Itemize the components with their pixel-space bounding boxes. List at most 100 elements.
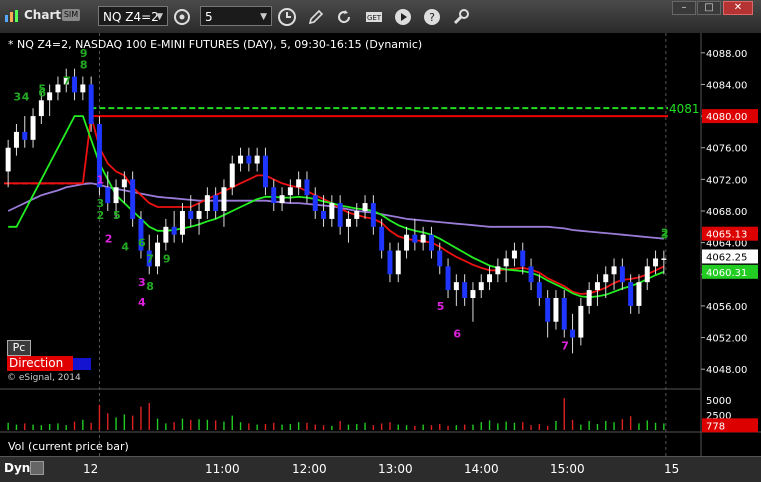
candle-body xyxy=(628,282,634,306)
candle-body xyxy=(387,250,393,275)
y-tick-label: 4068.00 xyxy=(706,207,747,218)
candle-body xyxy=(487,274,493,283)
candle-body xyxy=(370,203,376,227)
candle-body xyxy=(221,187,227,211)
price-label-text: 4065.13 xyxy=(706,230,747,241)
candle-body xyxy=(80,84,86,93)
candle-body xyxy=(536,282,542,298)
candle-body xyxy=(603,274,609,283)
candle-body xyxy=(121,179,127,188)
sequence-label: 3 xyxy=(96,197,104,210)
interval-input[interactable]: 5 ▼ xyxy=(200,6,272,26)
maximize-button[interactable]: □ xyxy=(697,1,721,15)
chart-header: * NQ Z4=2, NASDAQ 100 E-MINI FUTURES (DA… xyxy=(8,38,423,51)
candle-body xyxy=(570,329,576,338)
direction-label: Direction xyxy=(7,356,73,371)
candle-body xyxy=(528,266,534,283)
candle-body xyxy=(362,203,368,211)
candle-body xyxy=(30,116,36,140)
candle-body xyxy=(229,163,235,188)
close-button[interactable]: ✕ xyxy=(723,1,753,15)
candle-body xyxy=(470,290,476,298)
y-tick-label: 4048.00 xyxy=(706,365,747,376)
sequence-label: 7 xyxy=(63,74,71,87)
candle-body xyxy=(296,179,302,188)
volume-last-label: 778 xyxy=(706,421,725,432)
minimize-button[interactable]: – xyxy=(672,1,696,15)
x-tick: 15:00 xyxy=(550,462,585,476)
candle-body xyxy=(287,187,293,196)
symbol-input[interactable]: NQ Z4=2 ▼ xyxy=(98,6,168,26)
pencil-icon[interactable] xyxy=(306,7,326,27)
volume-study-label[interactable]: Vol (current price bar) xyxy=(8,440,129,453)
settings-icon[interactable] xyxy=(172,7,192,27)
x-tick: 13:00 xyxy=(378,462,413,476)
candle-body xyxy=(636,282,642,306)
price-level-label: 4081 xyxy=(669,102,700,116)
time-scale-bar[interactable]: Dyn 12 11:00 12:00 13:00 14:00 15:00 15 xyxy=(0,456,761,482)
sequence-label: 3 xyxy=(661,229,669,242)
price-chart[interactable]: 4088.00 4084.00 4080.00 4076.00 4072.00 4068.… xyxy=(0,33,761,456)
refresh-icon[interactable] xyxy=(334,7,354,27)
candle-body xyxy=(611,266,617,275)
help-icon[interactable]: ? xyxy=(422,7,442,27)
copyright: © eSignal, 2014 xyxy=(7,373,81,383)
y-tick-label: 4056.00 xyxy=(706,302,747,313)
candle-body xyxy=(163,226,169,243)
sequence-label: 8 xyxy=(80,59,88,72)
get-icon[interactable]: GET xyxy=(364,7,384,27)
sequence-label: 4 xyxy=(138,296,146,309)
candle-body xyxy=(395,250,401,275)
candle-body xyxy=(113,187,119,204)
candle-body xyxy=(262,155,268,188)
sequence-label: 6 xyxy=(453,328,461,341)
x-tick: 12 xyxy=(83,462,99,476)
candle-body xyxy=(171,226,177,235)
candle-body xyxy=(503,258,509,267)
lock-icon[interactable] xyxy=(30,461,44,475)
chart-icon xyxy=(5,10,18,22)
dyn-label[interactable]: Dyn xyxy=(4,461,30,475)
chevron-down-icon[interactable]: ▼ xyxy=(260,7,267,27)
play-icon[interactable] xyxy=(393,7,413,27)
wrench-icon[interactable] xyxy=(451,7,471,27)
candle-body xyxy=(445,266,451,291)
candle-body xyxy=(188,211,194,219)
candle-body xyxy=(321,211,327,219)
direction-swatch xyxy=(73,358,91,370)
candle-body xyxy=(304,179,310,196)
sequence-label: 6 xyxy=(138,237,146,250)
clock-icon[interactable] xyxy=(277,7,297,27)
sequence-label: 4 xyxy=(121,241,129,254)
sequence-label: 5 xyxy=(113,209,121,222)
sequence-label: 5 xyxy=(437,300,445,313)
candle-body xyxy=(661,258,667,260)
candle-body xyxy=(644,266,650,283)
candle-body xyxy=(204,195,210,211)
candle-body xyxy=(55,84,61,93)
sequence-label: 7 xyxy=(561,339,569,352)
x-tick: 11:00 xyxy=(205,462,240,476)
candle-body xyxy=(379,226,385,251)
candle-body xyxy=(271,187,277,204)
candle-body xyxy=(412,234,418,243)
candle-body xyxy=(130,179,136,219)
sequence-label: 5 xyxy=(38,82,46,95)
candle-body xyxy=(105,187,111,204)
svg-text:GET: GET xyxy=(367,14,382,22)
sequence-label: 3 xyxy=(138,276,146,289)
y-tick-label: 4084.00 xyxy=(706,80,747,91)
sequence-label: 4 xyxy=(22,90,30,103)
candle-body xyxy=(428,234,434,251)
candle-body xyxy=(578,305,584,338)
candle-body xyxy=(586,290,592,306)
sequence-label: 7 xyxy=(146,252,154,265)
interval-value: 5 xyxy=(205,10,213,24)
candle-body xyxy=(594,282,600,291)
sequence-label: 2 xyxy=(96,209,104,222)
candle-body xyxy=(155,242,161,267)
pc-button[interactable]: Pc xyxy=(7,340,31,356)
chevron-down-icon[interactable]: ▼ xyxy=(156,7,163,27)
candle-body xyxy=(196,211,202,219)
sequence-label: 2 xyxy=(105,233,113,246)
